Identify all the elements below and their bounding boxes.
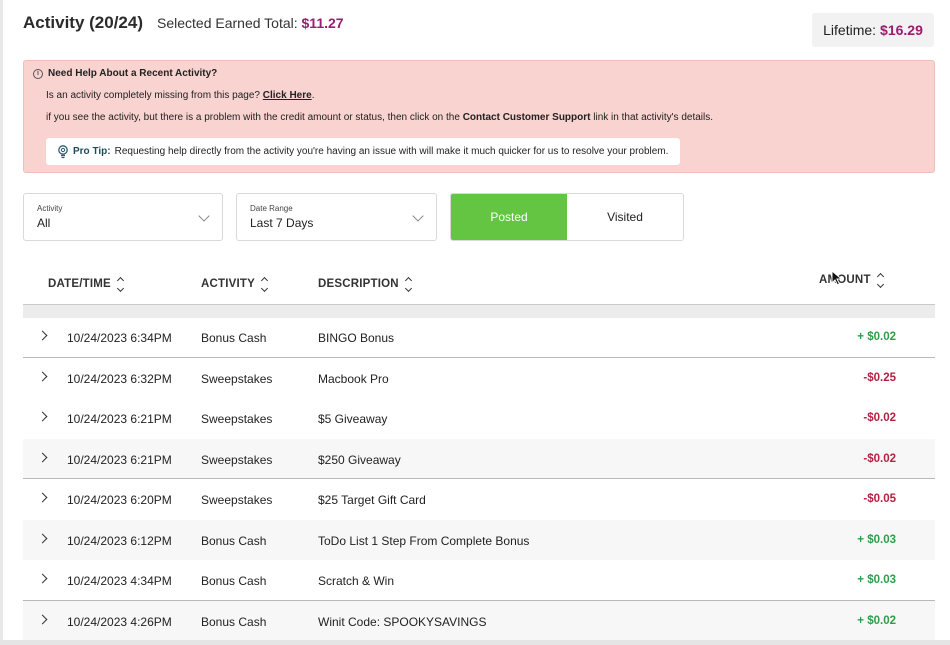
info-icon: i [33, 68, 43, 79]
row-activity: Bonus Cash [201, 574, 267, 588]
row-date: 10/24/2023 6:21PM [67, 452, 172, 467]
activity-table-body: 10/24/2023 6:34PM Bonus Cash BINGO Bonus… [23, 317, 935, 641]
help-line1-text: Is an activity completely missing from t… [46, 90, 260, 101]
row-date: 10/24/2023 6:12PM [67, 533, 172, 548]
column-header-description-label: DESCRIPTION [318, 278, 399, 290]
sort-icon [404, 276, 412, 293]
mouse-cursor-icon [831, 270, 843, 286]
page-left-edge [0, 0, 3, 645]
row-date: 10/24/2023 6:21PM [67, 412, 172, 426]
column-header-description[interactable]: DESCRIPTION [318, 276, 412, 293]
pro-tip-text: Requesting help directly from the activi… [114, 146, 669, 157]
sort-icon [260, 276, 269, 293]
row-description: Winit Code: SPOOKYSAVINGS [318, 614, 487, 629]
row-activity: Sweepstakes [201, 371, 273, 386]
column-header-date[interactable]: DATE/TIME [48, 276, 124, 293]
row-amount: -$0.25 [863, 371, 896, 384]
chevron-right-icon[interactable] [37, 573, 48, 584]
row-amount: + $0.03 [857, 533, 896, 546]
table-row[interactable]: 10/24/2023 6:32PM Sweepstakes Macbook Pr… [23, 358, 935, 399]
row-amount: -$0.05 [863, 493, 896, 505]
help-missing-activity-text: Is an activity completely missing from t… [46, 90, 315, 101]
column-header-activity[interactable]: ACTIVITY [201, 276, 269, 293]
row-amount: + $0.02 [857, 614, 896, 627]
page-bottom-edge [0, 640, 950, 645]
row-activity: Bonus Cash [201, 614, 267, 629]
table-row[interactable]: 10/24/2023 6:20PM Sweepstakes $25 Target… [23, 479, 935, 520]
column-header-date-label: DATE/TIME [48, 278, 111, 290]
table-row[interactable]: 10/24/2023 6:12PM Bonus Cash ToDo List 1… [23, 519, 935, 560]
help-title-text: Need Help About a Recent Activity? [48, 68, 218, 79]
row-amount: -$0.02 [863, 412, 896, 424]
column-header-amount-label: AMOUNT [819, 274, 871, 286]
row-date: 10/24/2023 6:34PM [67, 331, 172, 345]
chevron-right-icon[interactable] [37, 533, 48, 543]
table-row[interactable]: 10/24/2023 6:34PM Bonus Cash BINGO Bonus… [23, 317, 935, 358]
chevron-right-icon[interactable] [37, 371, 48, 381]
row-description: $25 Target Gift Card [318, 493, 426, 507]
chevron-right-icon[interactable] [37, 452, 48, 462]
row-date: 10/24/2023 6:20PM [67, 493, 172, 507]
selected-total-label: Selected Earned Total: [157, 15, 298, 31]
row-activity: Sweepstakes [201, 452, 273, 467]
row-date: 10/24/2023 4:26PM [67, 614, 172, 629]
row-description: $250 Giveaway [318, 452, 401, 467]
chevron-right-icon[interactable] [37, 330, 48, 341]
row-activity: Sweepstakes [201, 412, 273, 426]
column-header-amount[interactable]: AMOUNT [819, 272, 884, 289]
table-row[interactable]: 10/24/2023 4:34PM Bonus Cash Scratch & W… [23, 560, 935, 601]
chevron-down-icon [412, 210, 424, 222]
row-amount: + $0.02 [857, 331, 896, 343]
activity-filter-label: Activity [37, 204, 63, 213]
selected-total-amount: $11.27 [301, 15, 344, 31]
table-row[interactable]: 10/24/2023 6:21PM Sweepstakes $250 Givea… [23, 438, 935, 479]
chevron-right-icon[interactable] [37, 411, 48, 422]
page-title: Activity (20/24) [23, 13, 143, 32]
activity-filter-dropdown[interactable]: Activity All [23, 193, 223, 241]
click-here-link[interactable]: Click Here [263, 90, 312, 101]
help-line2-post: link in that activity's details. [593, 112, 714, 123]
contact-support-text: Contact Customer Support [462, 112, 591, 123]
lifetime-label: Lifetime: [823, 22, 877, 38]
page-header: Activity (20/24) Selected Earned Total: … [23, 13, 344, 33]
sort-icon [876, 272, 884, 289]
lifetime-total: Lifetime: $16.29 [812, 13, 934, 47]
selected-earned-total: Selected Earned Total: $11.27 [157, 15, 344, 31]
lifetime-amount: $16.29 [880, 22, 923, 38]
column-header-activity-label: ACTIVITY [201, 278, 255, 290]
row-date: 10/24/2023 4:34PM [67, 574, 172, 588]
date-range-value: Last 7 Days [250, 216, 314, 230]
row-amount: + $0.03 [857, 574, 896, 586]
sort-icon [116, 276, 124, 293]
row-description: Scratch & Win [318, 574, 395, 588]
row-description: Macbook Pro [318, 371, 389, 386]
activity-filter-value: All [37, 216, 51, 230]
posted-visited-toggle: Posted Visited [450, 193, 684, 241]
row-description: $5 Giveaway [318, 412, 388, 426]
row-description: BINGO Bonus [318, 331, 395, 345]
chevron-down-icon [198, 210, 210, 222]
row-description: ToDo List 1 Step From Complete Bonus [318, 533, 530, 548]
table-row[interactable]: 10/24/2023 6:21PM Sweepstakes $5 Giveawa… [23, 398, 935, 439]
row-activity: Bonus Cash [201, 331, 267, 345]
date-range-label: Date Range [250, 204, 293, 213]
posted-button[interactable]: Posted [451, 194, 567, 240]
help-notice: i Need Help About a Recent Activity? Is … [23, 60, 935, 173]
row-activity: Sweepstakes [201, 493, 273, 507]
help-title: i Need Help About a Recent Activity? [33, 68, 217, 79]
pro-tip: Pro Tip: Requesting help directly from t… [46, 138, 680, 165]
chevron-right-icon[interactable] [37, 492, 48, 503]
row-amount: -$0.02 [863, 452, 896, 465]
lightbulb-icon [58, 144, 68, 158]
table-row[interactable]: 10/24/2023 4:26PM Bonus Cash Winit Code:… [23, 600, 935, 641]
chevron-right-icon[interactable] [37, 614, 48, 624]
pro-tip-label: Pro Tip: [73, 146, 111, 157]
date-range-dropdown[interactable]: Date Range Last 7 Days [236, 193, 437, 241]
help-line2-pre: if you see the activity, but there is a … [46, 112, 460, 123]
help-credit-problem-text: if you see the activity, but there is a … [46, 112, 713, 123]
table-header: DATE/TIME ACTIVITY DESCRIPTION AMOUNT [23, 263, 935, 305]
row-activity: Bonus Cash [201, 533, 267, 548]
visited-button[interactable]: Visited [567, 194, 683, 240]
row-date: 10/24/2023 6:32PM [67, 371, 172, 386]
